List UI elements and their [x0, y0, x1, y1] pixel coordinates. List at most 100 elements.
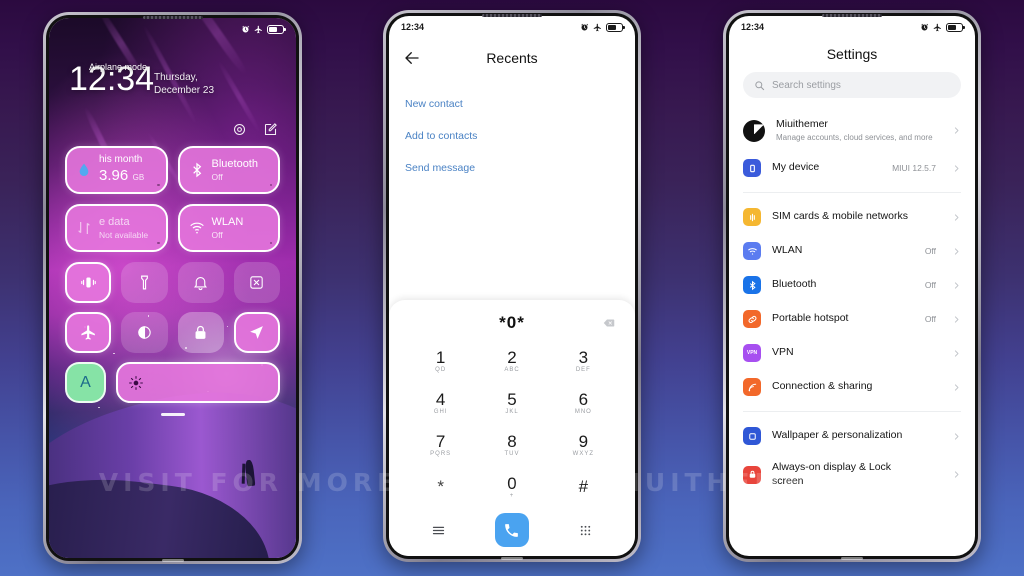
tile-airplane-mode[interactable]	[65, 312, 112, 353]
tile-screen-lock[interactable]	[177, 312, 224, 353]
tile-bluetooth-subtitle: Off	[211, 171, 223, 182]
tile-bluetooth-title: Bluetooth	[211, 158, 258, 171]
dialer-bottom-bar	[389, 508, 635, 556]
tile-wlan[interactable]: WLAN Off	[177, 204, 280, 252]
key-0-digit: 0	[507, 474, 517, 493]
airplane-icon	[593, 23, 601, 31]
chevron-right-icon	[954, 432, 959, 440]
airplane-icon	[254, 25, 262, 33]
lockscreen-drag-handle[interactable]	[160, 412, 185, 416]
dialpad-keys: 1 QD 2 ABC 3 DEF 4 GHI 5 JKL 6 MNO 7 PQRS 8 TUV …	[389, 338, 635, 508]
dialpad-panel: *0* 1 QD 2 ABC 3 DEF 4 GHI 5 JKL 6 MNO 7 PQRS 8…	[389, 300, 635, 556]
auto-brightness-button[interactable]: A	[65, 362, 106, 403]
lock-icon	[195, 325, 206, 339]
edit-icon[interactable]	[263, 122, 278, 137]
key-8[interactable]: 8 TUV	[476, 424, 547, 466]
tile-wlan-title: WLAN	[211, 216, 244, 229]
settings-row-wallpaper[interactable]: Wallpaper & personalization	[743, 419, 961, 453]
tile-do-not-disturb[interactable]	[177, 262, 224, 303]
key-2[interactable]: 2 ABC	[476, 340, 547, 382]
camera-icon[interactable]	[232, 122, 247, 137]
key-7-digit: 7	[435, 432, 446, 451]
tile-data-usage[interactable]: his month 3.96 GB	[65, 146, 168, 194]
chevron-right-icon	[954, 127, 959, 134]
bluetooth-glyph	[749, 280, 756, 290]
key-1[interactable]: 1 QD	[405, 340, 476, 382]
settings-row-wlan[interactable]: WLAN Off	[743, 234, 961, 268]
lock-icon	[743, 465, 761, 484]
key-9[interactable]: 9 WXYZ	[548, 424, 619, 466]
settings-group-connectivity: SIM cards & mobile networks WLAN Off Blu…	[729, 200, 975, 404]
tile-screenshot[interactable]	[233, 262, 280, 303]
key-hash[interactable]: #	[548, 466, 619, 508]
key-1-digit: 1	[435, 348, 446, 367]
call-button[interactable]	[494, 513, 529, 547]
earpiece-speaker	[142, 16, 203, 19]
brightness-slider[interactable]	[116, 362, 280, 403]
keypad-grid-icon[interactable]	[578, 523, 593, 538]
tile-data-usage-value-row: 3.96 GB	[99, 166, 144, 185]
settings-row-portable-hotspot[interactable]: Portable hotspot Off	[743, 302, 961, 336]
settings-row-bluetooth[interactable]: Bluetooth Off	[743, 268, 961, 302]
send-message-action[interactable]: Send message	[403, 152, 621, 184]
menu-icon[interactable]	[431, 523, 446, 538]
add-to-contacts-action[interactable]: Add to contacts	[403, 120, 621, 152]
key-4[interactable]: 4 GHI	[405, 382, 476, 424]
dialer-number-display[interactable]: *0*	[389, 308, 635, 338]
key-7[interactable]: 7 PQRS	[405, 424, 476, 466]
wifi-glyph	[747, 247, 757, 255]
hotspot-link-icon	[743, 310, 761, 329]
phone-chin-indicator	[841, 557, 863, 560]
wlan-label: WLAN	[772, 244, 803, 257]
bluetooth-value: Off	[924, 280, 936, 291]
chevron-right-icon	[954, 213, 959, 221]
phone-dialer: 12:34 Recents New contact Add to contact…	[383, 10, 641, 562]
tile-location[interactable]	[233, 312, 280, 353]
tile-vibrate[interactable]	[65, 262, 112, 303]
airplane-icon	[933, 23, 941, 31]
portable-hotspot-value: Off	[924, 314, 936, 325]
settings-row-my-device-body: My device	[772, 161, 881, 175]
key-star[interactable]: *	[405, 466, 476, 508]
new-contact-action[interactable]: New contact	[403, 88, 621, 120]
flashlight-icon	[140, 275, 148, 290]
bluetooth-icon	[192, 162, 201, 178]
bluetooth-icon	[743, 276, 761, 295]
search-input[interactable]: Search settings	[743, 72, 961, 98]
settings-row-my-device[interactable]: My device MIUI 12.5.7	[743, 151, 961, 185]
phone-handset-icon	[505, 523, 519, 537]
device-glyph	[749, 164, 755, 172]
key-4-digit: 4	[435, 390, 446, 409]
phone-bezel: 12:34 Settings Search settings Miuitheme…	[726, 13, 978, 560]
backspace-icon[interactable]	[601, 317, 617, 329]
contrast-icon	[138, 326, 151, 339]
tile-flashlight[interactable]	[121, 262, 168, 303]
settings-group-personalization: Wallpaper & personalization Always-on di…	[729, 419, 975, 496]
quick-settings-row-1: his month 3.96 GB Bluetooth Off	[65, 146, 280, 194]
phone-chin-indicator	[161, 559, 184, 562]
tile-bluetooth[interactable]: Bluetooth Off	[177, 146, 280, 194]
settings-row-always-on-display[interactable]: Always-on display & Lock screen	[743, 453, 961, 496]
settings-divider-2	[743, 411, 961, 413]
quick-settings-row-3	[65, 262, 280, 303]
battery-icon	[946, 22, 965, 32]
settings-row-account[interactable]: Miuithemer Manage accounts, cloud servic…	[743, 110, 961, 151]
key-0[interactable]: 0 +	[476, 466, 547, 508]
key-3[interactable]: 3 DEF	[548, 340, 619, 382]
key-5[interactable]: 5 JKL	[476, 382, 547, 424]
tile-dark-mode[interactable]	[121, 312, 168, 353]
settings-row-sim-cards[interactable]: SIM cards & mobile networks	[743, 200, 961, 234]
key-6[interactable]: 6 MNO	[548, 382, 619, 424]
connection-sharing-label: Connection & sharing	[772, 380, 873, 393]
phone-settings: 12:34 Settings Search settings Miuitheme…	[723, 10, 981, 562]
account-subtitle: Manage accounts, cloud services, and mor…	[776, 132, 933, 142]
search-icon	[755, 80, 765, 90]
tile-data-usage-value: 3.96	[99, 167, 129, 185]
water-drop-icon	[79, 163, 89, 176]
settings-row-connection-sharing[interactable]: Connection & sharing	[743, 370, 961, 404]
brightness-sun-icon	[129, 375, 143, 390]
settings-row-vpn[interactable]: VPN VPN	[743, 336, 961, 370]
tile-mobile-data[interactable]: e data Not available	[65, 204, 168, 252]
tile-bluetooth-text: Bluetooth Off	[212, 158, 258, 181]
tile-wlan-text: WLAN Off	[212, 216, 244, 239]
